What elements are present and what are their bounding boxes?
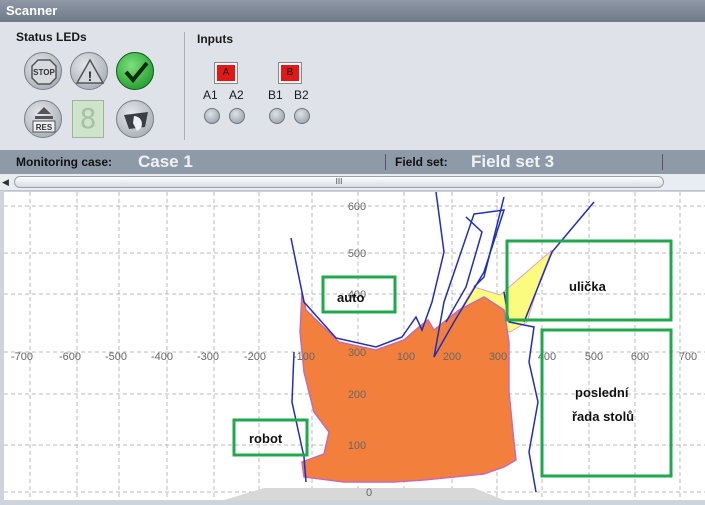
x-tick-label: 200 [443, 351, 461, 363]
input-a1-led [204, 108, 220, 124]
x-tick-label: -300 [197, 351, 219, 363]
annotation-robot: robot [249, 431, 283, 446]
input-b1-label: B1 [268, 88, 283, 102]
reset-icon: RES [32, 107, 56, 133]
horizontal-scrollbar[interactable]: ◀ III [0, 174, 705, 191]
status-separator [385, 154, 386, 170]
y-tick-label: 0 [366, 487, 372, 499]
scroll-thumb[interactable]: III [14, 176, 664, 188]
annotation-posledni-1: poslední [575, 385, 629, 400]
monitoring-case-value: Case 1 [138, 152, 193, 171]
window-title: Scanner [0, 0, 705, 22]
y-tick-label: 500 [348, 248, 366, 260]
status-leds-label: Status LEDs [16, 30, 87, 44]
status-separator-right [662, 154, 663, 170]
monitoring-case-label: Monitoring case: [16, 155, 113, 169]
stop-icon-text: STOP [33, 68, 55, 77]
input-b2-led [294, 108, 310, 124]
x-tick-label: -200 [244, 351, 266, 363]
panel-divider [184, 32, 185, 140]
reset-led: RES [24, 100, 62, 138]
ok-led [116, 52, 154, 90]
y-tick-label: 300 [348, 347, 366, 359]
res-icon-text: RES [36, 123, 53, 132]
x-tick-label: 300 [489, 351, 507, 363]
annotation-posledni-2: řada stolů [572, 409, 634, 424]
x-tick-label: -400 [151, 351, 173, 363]
scanner-base [224, 488, 504, 500]
contamination-led [116, 100, 154, 138]
y-tick-label: 600 [348, 201, 366, 213]
status-bar: Monitoring case: Case 1 Field set: Field… [0, 150, 705, 174]
scroll-left-arrow-icon[interactable]: ◀ [2, 176, 12, 188]
x-tick-label: 700 [679, 351, 697, 363]
x-tick-label: 100 [397, 351, 415, 363]
annotation-auto: auto [337, 290, 365, 305]
warning-icon-text: ! [88, 68, 93, 84]
warning-icon: ! [75, 58, 105, 84]
x-tick-label: -600 [59, 351, 81, 363]
stop-led: STOP [24, 52, 62, 90]
input-b1-led [269, 108, 285, 124]
scan-field-plot: 600 500 400 300 200 100 0 -700 -600 -500… [4, 191, 705, 500]
contamination-icon [124, 112, 148, 131]
x-tick-label: -100 [293, 351, 315, 363]
field-set-label: Field set: [395, 155, 448, 169]
input-a-flag: A [214, 62, 238, 84]
segment-display: 8 [72, 100, 104, 138]
x-tick-label: -500 [105, 351, 127, 363]
input-a1-label: A1 [203, 88, 218, 102]
protective-field [299, 291, 517, 483]
checkmark-icon [124, 61, 149, 84]
annotation-ulicka: ulička [569, 279, 607, 294]
stop-icon: STOP [31, 59, 57, 85]
input-b-flag: B [278, 62, 302, 84]
x-tick-label: 500 [585, 351, 603, 363]
input-a2-label: A2 [229, 88, 244, 102]
y-tick-label: 100 [348, 440, 366, 452]
field-set-value: Field set 3 [471, 152, 555, 171]
warning-led: ! [70, 52, 108, 90]
scan-field-canvas: 600 500 400 300 200 100 0 -700 -600 -500… [4, 191, 705, 500]
x-tick-label: -700 [11, 351, 33, 363]
y-tick-label: 200 [348, 389, 366, 401]
top-panel: Status LEDs STOP ! RES 8 Inputs A B A1 A… [0, 22, 705, 151]
inputs-label: Inputs [197, 32, 233, 46]
input-b2-label: B2 [294, 88, 309, 102]
x-tick-label: 600 [631, 351, 649, 363]
input-a2-led [229, 108, 245, 124]
